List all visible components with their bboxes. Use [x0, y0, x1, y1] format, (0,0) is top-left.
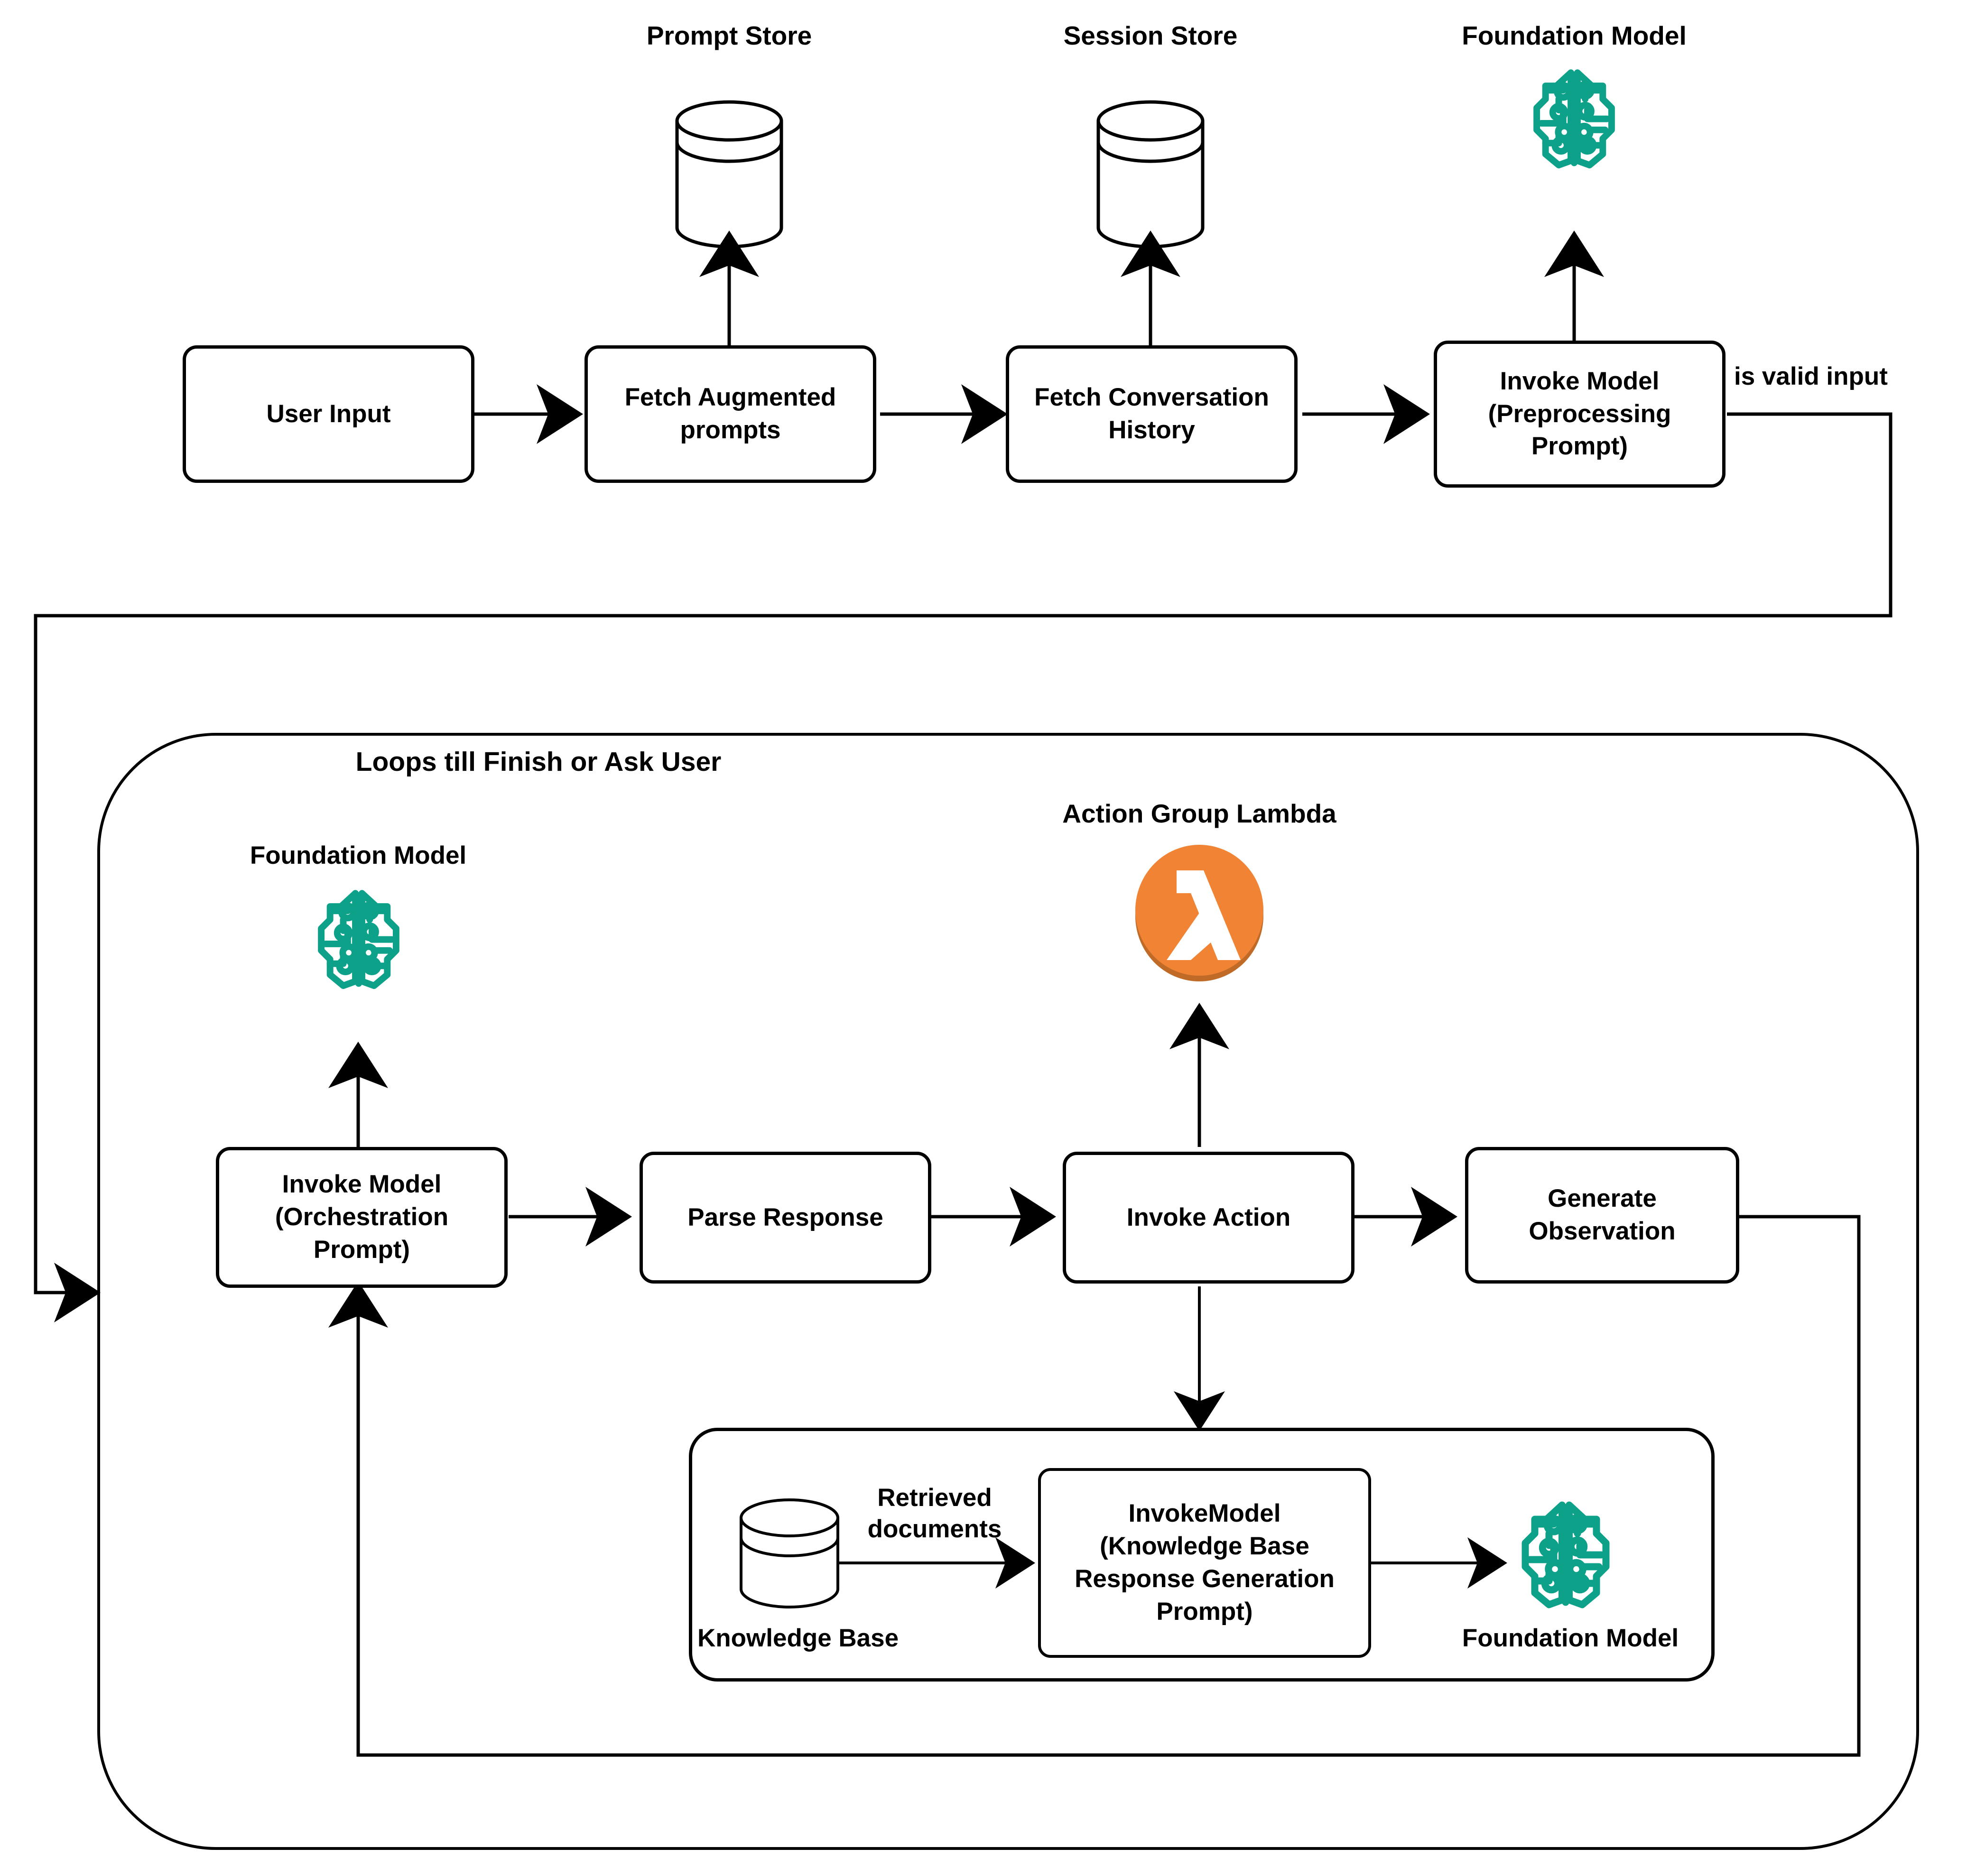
- step-parse-response-label: Parse Response: [687, 1203, 883, 1231]
- prompt-store-icon: [675, 100, 783, 249]
- step-generate-observation-label: Generate Observation: [1529, 1184, 1676, 1245]
- step-user-input[interactable]: User Input: [183, 345, 474, 483]
- session-store-icon: [1096, 100, 1205, 249]
- brain-circuit-icon: [298, 882, 419, 992]
- step-fetch-augmented-prompts[interactable]: Fetch Augmented prompts: [584, 345, 876, 483]
- step-user-input-label: User Input: [266, 399, 391, 428]
- brain-circuit-icon: [1513, 62, 1635, 172]
- step-parse-response[interactable]: Parse Response: [640, 1152, 931, 1284]
- brain-circuit-icon: [1506, 1493, 1625, 1612]
- step-fetch-conversation-history-label: Fetch Conversation History: [1034, 383, 1269, 444]
- step-fetch-conversation-history[interactable]: Fetch Conversation History: [1006, 345, 1298, 483]
- step-invoke-action[interactable]: Invoke Action: [1063, 1152, 1354, 1284]
- step-generate-observation[interactable]: Generate Observation: [1465, 1147, 1739, 1284]
- step-invoke-model-preprocessing-label: Invoke Model (Preprocessing Prompt): [1488, 367, 1671, 461]
- step-invoke-model-knowledge-base[interactable]: InvokeModel (Knowledge Base Response Gen…: [1038, 1468, 1371, 1658]
- diagram-canvas: Prompt Store Session Store Foundation Mo…: [0, 0, 1976, 1876]
- step-invoke-model-orchestration[interactable]: Invoke Model (Orchestration Prompt): [216, 1147, 508, 1288]
- step-fetch-augmented-prompts-label: Fetch Augmented prompts: [624, 383, 836, 444]
- lambda-icon: [1128, 842, 1271, 984]
- step-invoke-model-orchestration-label: Invoke Model (Orchestration Prompt): [275, 1170, 449, 1264]
- step-invoke-model-preprocessing[interactable]: Invoke Model (Preprocessing Prompt): [1434, 341, 1726, 488]
- step-invoke-model-knowledge-base-label: InvokeModel (Knowledge Base Response Gen…: [1075, 1499, 1335, 1626]
- step-invoke-action-label: Invoke Action: [1126, 1203, 1291, 1231]
